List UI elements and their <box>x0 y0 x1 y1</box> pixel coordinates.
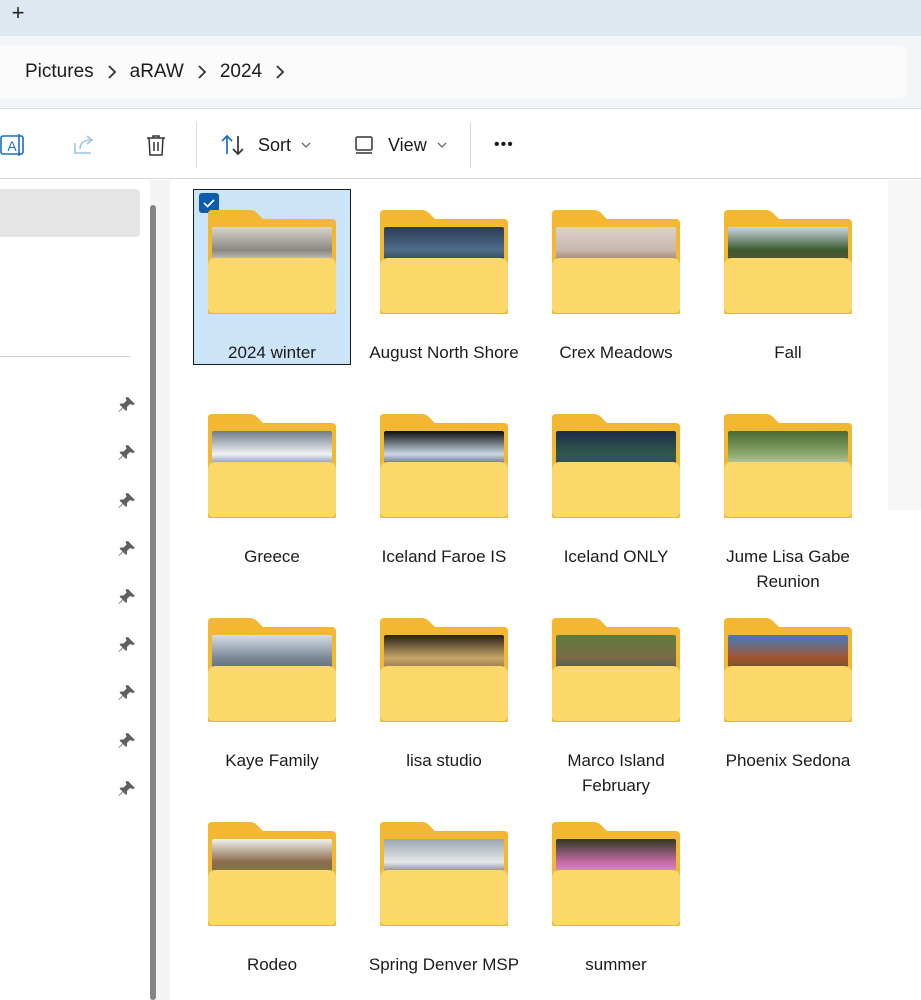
nav-scrollbar-thumb[interactable] <box>150 205 156 1000</box>
folder-item[interactable]: Crex Meadows <box>537 189 695 365</box>
sort-label: Sort <box>258 134 292 155</box>
folder-item[interactable]: Spring Denver MSP <box>365 801 523 977</box>
folder-name: Jume Lisa Gabe Reunion <box>726 547 850 591</box>
folder-item[interactable]: Phoenix Sedona <box>709 597 867 773</box>
pin-icon[interactable] <box>118 780 136 798</box>
pin-icon[interactable] <box>118 444 136 462</box>
folder-name: Fall <box>774 343 802 362</box>
breadcrumb-araw[interactable]: aRAW <box>130 61 184 83</box>
share-icon <box>74 135 94 154</box>
chevron-down-icon <box>437 142 447 148</box>
folder-name: summer <box>585 955 647 974</box>
svg-text:A: A <box>7 138 17 154</box>
folder-name: Crex Meadows <box>559 343 673 362</box>
pin-icon[interactable] <box>118 540 136 558</box>
folder-icon <box>552 822 680 926</box>
folder-item[interactable]: lisa studio <box>365 597 523 773</box>
folder-icon <box>552 414 680 518</box>
folder-name: Kaye Family <box>225 751 319 770</box>
folder-item[interactable]: Kaye Family <box>193 597 351 773</box>
chevron-down-icon <box>301 142 311 148</box>
chevron-right-icon[interactable] <box>184 61 220 83</box>
pin-icon[interactable] <box>118 684 136 702</box>
folder-item[interactable]: Marco Island February <box>537 597 695 795</box>
folder-icon <box>724 414 852 518</box>
folder-name: lisa studio <box>406 751 482 770</box>
divider <box>470 122 471 168</box>
share-button[interactable] <box>72 130 96 160</box>
plus-icon[interactable]: + <box>6 2 30 26</box>
folder-item[interactable]: Fall <box>709 189 867 365</box>
folder-icon <box>724 618 852 722</box>
command-bar: A Sort View ••• <box>0 110 921 179</box>
pin-icon[interactable] <box>118 636 136 654</box>
chevron-right-icon[interactable] <box>262 61 298 83</box>
address-bar-row: Pictures aRAW 2024 <box>0 36 921 109</box>
folder-item[interactable]: summer <box>537 801 695 977</box>
folder-item[interactable]: Jume Lisa Gabe Reunion <box>709 393 867 591</box>
folder-icon <box>380 822 508 926</box>
folder-name: Greece <box>244 547 300 566</box>
rename-icon: A <box>0 134 24 156</box>
title-bar: + <box>0 0 921 36</box>
folder-item[interactable]: 2024 winter <box>193 189 351 365</box>
pin-icon[interactable] <box>118 732 136 750</box>
sort-button[interactable]: Sort <box>220 130 311 160</box>
folder-item[interactable]: Iceland ONLY <box>537 393 695 569</box>
folder-item[interactable]: August North Shore <box>365 189 523 365</box>
sort-icon <box>221 134 244 156</box>
folder-item[interactable]: Iceland Faroe IS <box>365 393 523 569</box>
pin-icon[interactable] <box>118 492 136 510</box>
folder-name: Iceland ONLY <box>563 547 669 566</box>
folder-grid: 2024 winter August North Shore Crex Meadow… <box>170 180 921 1000</box>
folder-icon <box>380 618 508 722</box>
divider <box>196 122 197 168</box>
folder-name: August North Shore <box>369 343 519 362</box>
folder-item[interactable]: Greece <box>193 393 351 569</box>
folder-icon <box>208 210 336 314</box>
breadcrumb-2024[interactable]: 2024 <box>220 61 262 83</box>
more-options-button[interactable]: ••• <box>494 130 514 160</box>
view-icon <box>355 136 373 154</box>
breadcrumb[interactable]: Pictures aRAW 2024 <box>0 46 906 98</box>
nav-divider <box>0 356 130 357</box>
rename-button[interactable]: A <box>0 130 26 160</box>
folder-icon <box>724 210 852 314</box>
folder-name: Iceland Faroe IS <box>381 547 507 566</box>
folder-name: Spring Denver MSP <box>368 955 520 974</box>
content-scrollbar[interactable] <box>888 180 921 510</box>
folder-name: Phoenix Sedona <box>725 751 851 770</box>
folder-icon <box>208 822 336 926</box>
folder-icon <box>208 618 336 722</box>
folder-name: Marco Island February <box>567 751 665 795</box>
chevron-right-icon[interactable] <box>94 61 130 83</box>
view-label: View <box>388 134 427 155</box>
nav-item-selected[interactable] <box>0 189 140 237</box>
breadcrumb-pictures[interactable]: Pictures <box>25 61 94 83</box>
folder-name: 2024 winter <box>228 343 316 362</box>
folder-icon <box>552 210 680 314</box>
more-icon: ••• <box>494 136 514 153</box>
navigation-pane <box>0 180 150 1000</box>
pin-icon[interactable] <box>118 588 136 606</box>
view-button[interactable]: View <box>354 130 447 160</box>
folder-icon <box>208 414 336 518</box>
folder-icon <box>380 414 508 518</box>
trash-icon <box>147 135 165 156</box>
folder-item[interactable]: Rodeo <box>193 801 351 977</box>
pin-icon[interactable] <box>118 396 136 414</box>
folder-icon <box>552 618 680 722</box>
delete-button[interactable] <box>144 130 168 160</box>
folder-name: Rodeo <box>246 955 298 974</box>
folder-icon <box>380 210 508 314</box>
